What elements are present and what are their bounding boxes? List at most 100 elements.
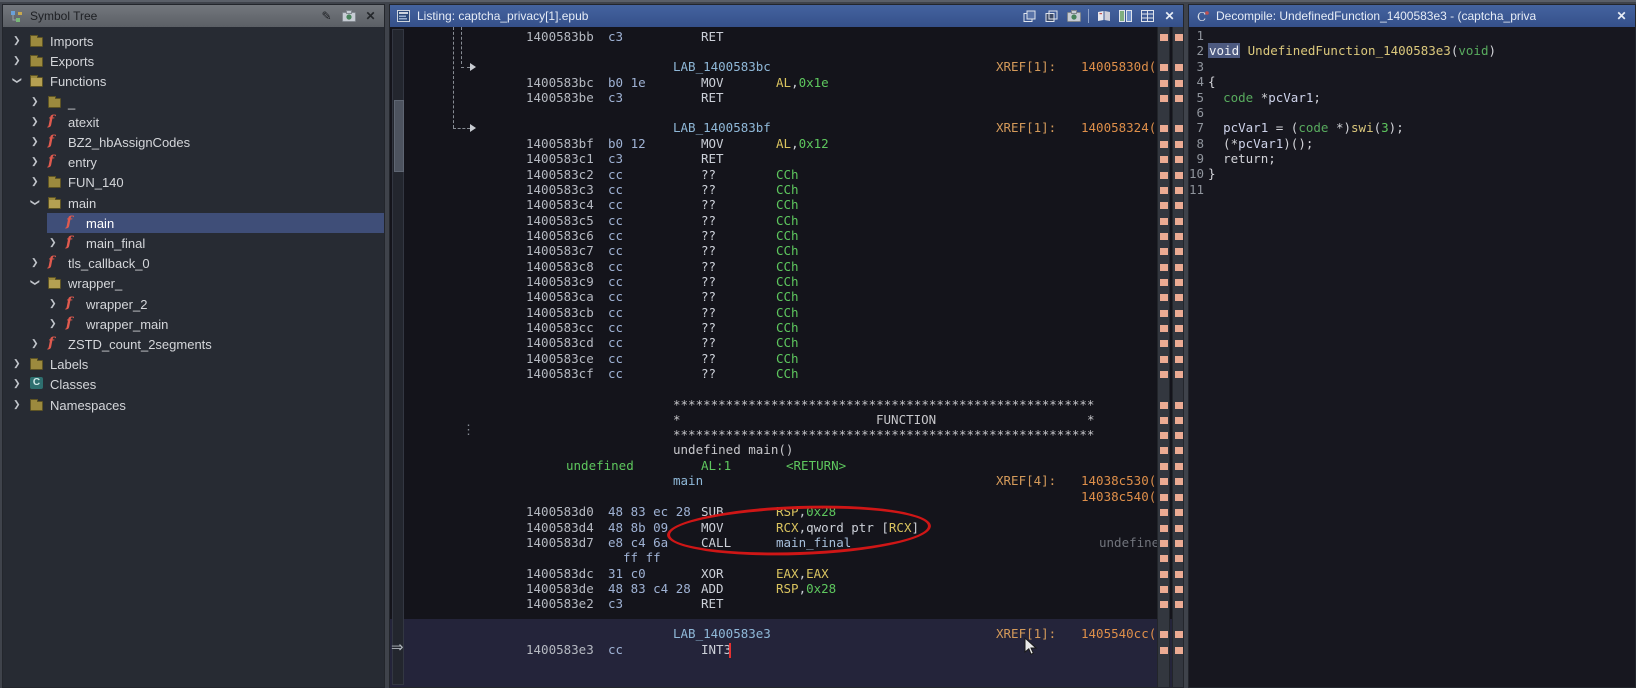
nav-marker[interactable] xyxy=(1160,202,1168,209)
tree-item-bz2-hbassigncodes[interactable]: ❯fBZ2_hbAssignCodes xyxy=(3,132,384,152)
listing-line[interactable]: ****************************************… xyxy=(408,397,1157,413)
expand-arrow-icon[interactable]: ❯ xyxy=(31,116,39,127)
tree-item-labels[interactable]: ❯Labels xyxy=(3,354,384,374)
expand-arrow-icon[interactable]: ❯ xyxy=(49,298,57,309)
snapshot-icon[interactable] xyxy=(341,9,356,24)
listing-line[interactable]: ****************************************… xyxy=(408,427,1157,443)
nav-marker[interactable] xyxy=(1175,447,1183,454)
listing-line[interactable]: LAB_1400583bfXREF[1]:140058324(j xyxy=(408,120,1157,136)
expand-arrow-icon[interactable]: ❯ xyxy=(11,77,22,85)
listing-line[interactable]: LAB_1400583bcXREF[1]:14005830d(j xyxy=(408,59,1157,75)
expand-arrow-icon[interactable]: ❯ xyxy=(13,55,21,66)
nav-marker[interactable] xyxy=(1175,80,1183,87)
expand-arrow-icon[interactable]: ❯ xyxy=(29,279,40,287)
tree-item-exports[interactable]: ❯Exports xyxy=(3,51,384,71)
listing-line[interactable]: 14038c540(* xyxy=(408,489,1157,505)
nav-marker[interactable] xyxy=(1175,95,1183,102)
nav-marker[interactable] xyxy=(1175,248,1183,255)
nav-marker[interactable] xyxy=(1175,647,1183,654)
nav-marker[interactable] xyxy=(1175,264,1183,271)
listing-line[interactable]: 1400583cfcc??CCh xyxy=(408,366,1157,382)
nav-marker[interactable] xyxy=(1175,279,1183,286)
listing-line[interactable]: 1400583c6cc??CCh xyxy=(408,228,1157,244)
listing-line[interactable]: 1400583cdcc??CCh xyxy=(408,335,1157,351)
nav-marker[interactable] xyxy=(1175,601,1183,608)
nav-marker[interactable] xyxy=(1175,64,1183,71)
nav-marker[interactable] xyxy=(1160,248,1168,255)
nav-marker[interactable] xyxy=(1175,156,1183,163)
nav-marker[interactable] xyxy=(1175,571,1183,578)
nav-marker[interactable] xyxy=(1175,555,1183,562)
decompile-line[interactable]: 10} xyxy=(1189,166,1635,182)
listing-line[interactable]: 1400583bfb0 12MOVAL,0x12 xyxy=(408,136,1157,152)
tree-item-entry[interactable]: ❯fentry xyxy=(3,152,384,172)
decompile-line[interactable]: 4{ xyxy=(1189,74,1635,90)
diff-view-icon[interactable] xyxy=(1118,9,1133,24)
listing-titlebar[interactable]: Listing: captcha_privacy[1].epub ✕ xyxy=(390,5,1183,27)
decompile-line[interactable]: 7 pcVar1 = (code *)swi(3); xyxy=(1189,120,1635,136)
close-icon[interactable]: ✕ xyxy=(1614,9,1629,24)
tree-item-tls-callback-0[interactable]: ❯ftls_callback_0 xyxy=(3,253,384,273)
listing-line[interactable]: 1400583bcb0 1eMOVAL,0x1e xyxy=(408,75,1157,91)
nav-marker[interactable] xyxy=(1160,294,1168,301)
nav-marker[interactable] xyxy=(1175,494,1183,501)
nav-marker[interactable] xyxy=(1175,478,1183,485)
nav-marker[interactable] xyxy=(1160,325,1168,332)
nav-marker[interactable] xyxy=(1160,310,1168,317)
nav-marker[interactable] xyxy=(1160,125,1168,132)
nav-marker[interactable] xyxy=(1175,417,1183,424)
nav-marker[interactable] xyxy=(1175,509,1183,516)
tree-item-atexit[interactable]: ❯fatexit xyxy=(3,112,384,132)
nav-marker[interactable] xyxy=(1175,371,1183,378)
expand-arrow-icon[interactable]: ❯ xyxy=(13,358,21,369)
tree-item-classes[interactable]: ❯CClasses xyxy=(3,374,384,394)
nav-marker[interactable] xyxy=(1160,631,1168,638)
expand-arrow-icon[interactable]: ❯ xyxy=(31,338,39,349)
listing-line[interactable]: *FUNCTION* xyxy=(408,412,1157,428)
nav-marker[interactable] xyxy=(1175,310,1183,317)
copy-icon[interactable] xyxy=(1022,9,1037,24)
listing-line[interactable]: 1400583cacc??CCh xyxy=(408,289,1157,305)
nav-marker[interactable] xyxy=(1175,463,1183,470)
nav-marker[interactable] xyxy=(1175,525,1183,532)
listing-line[interactable]: 1400583cccc??CCh xyxy=(408,320,1157,336)
nav-marker[interactable] xyxy=(1175,125,1183,132)
expand-arrow-icon[interactable]: ❯ xyxy=(29,198,40,206)
expand-arrow-icon[interactable]: ❯ xyxy=(31,136,39,147)
nav-marker[interactable] xyxy=(1175,202,1183,209)
navigation-marker-strip[interactable] xyxy=(1157,27,1170,687)
nav-marker[interactable] xyxy=(1160,432,1168,439)
tree-item-namespaces[interactable]: ❯Namespaces xyxy=(3,395,384,415)
nav-marker[interactable] xyxy=(1160,64,1168,71)
tree-item-main-final[interactable]: ❯fmain_final xyxy=(3,233,384,253)
decompile-titlebar[interactable]: C Decompile: UndefinedFunction_1400583e3… xyxy=(1189,5,1635,27)
book-icon[interactable] xyxy=(1096,9,1111,24)
tree-item-fun-140[interactable]: ❯FUN_140 xyxy=(3,172,384,192)
tree-item-wrapper-[interactable]: ❯wrapper_ xyxy=(3,273,384,293)
tree-item-wrapper-2[interactable]: ❯fwrapper_2 xyxy=(3,294,384,314)
nav-marker[interactable] xyxy=(1160,601,1168,608)
listing-line[interactable]: 1400583de48 83 c4 28ADDRSP,0x28 xyxy=(408,581,1157,597)
listing-line[interactable]: LAB_1400583e3XREF[1]:1405540cc(* xyxy=(408,626,1157,642)
expand-arrow-icon[interactable]: ❯ xyxy=(49,237,57,248)
listing-line[interactable]: 1400583c5cc??CCh xyxy=(408,213,1157,229)
nav-marker[interactable] xyxy=(1160,233,1168,240)
listing-line[interactable]: 1400583bbc3RET xyxy=(408,29,1157,45)
decompile-line[interactable]: 8 (*pcVar1)(); xyxy=(1189,136,1635,152)
listing-line[interactable]: 1400583bec3RET xyxy=(408,90,1157,106)
nav-marker[interactable] xyxy=(1175,356,1183,363)
nav-marker[interactable] xyxy=(1160,417,1168,424)
listing-line[interactable]: 1400583c2cc??CCh xyxy=(408,167,1157,183)
nav-marker[interactable] xyxy=(1175,218,1183,225)
nav-marker[interactable] xyxy=(1160,172,1168,179)
listing-line[interactable]: 1400583c9cc??CCh xyxy=(408,274,1157,290)
decompile-line[interactable]: 3 xyxy=(1189,59,1635,75)
nav-marker[interactable] xyxy=(1160,586,1168,593)
tree-item-functions[interactable]: ❯Functions xyxy=(3,71,384,91)
listing-line[interactable]: undefinedAL:1<RETURN> xyxy=(408,458,1157,474)
nav-marker[interactable] xyxy=(1160,494,1168,501)
nav-marker[interactable] xyxy=(1175,340,1183,347)
listing-line[interactable]: 1400583e3ccINT3 xyxy=(408,642,1157,658)
decompile-line[interactable]: 6 xyxy=(1189,105,1635,121)
nav-marker[interactable] xyxy=(1175,586,1183,593)
